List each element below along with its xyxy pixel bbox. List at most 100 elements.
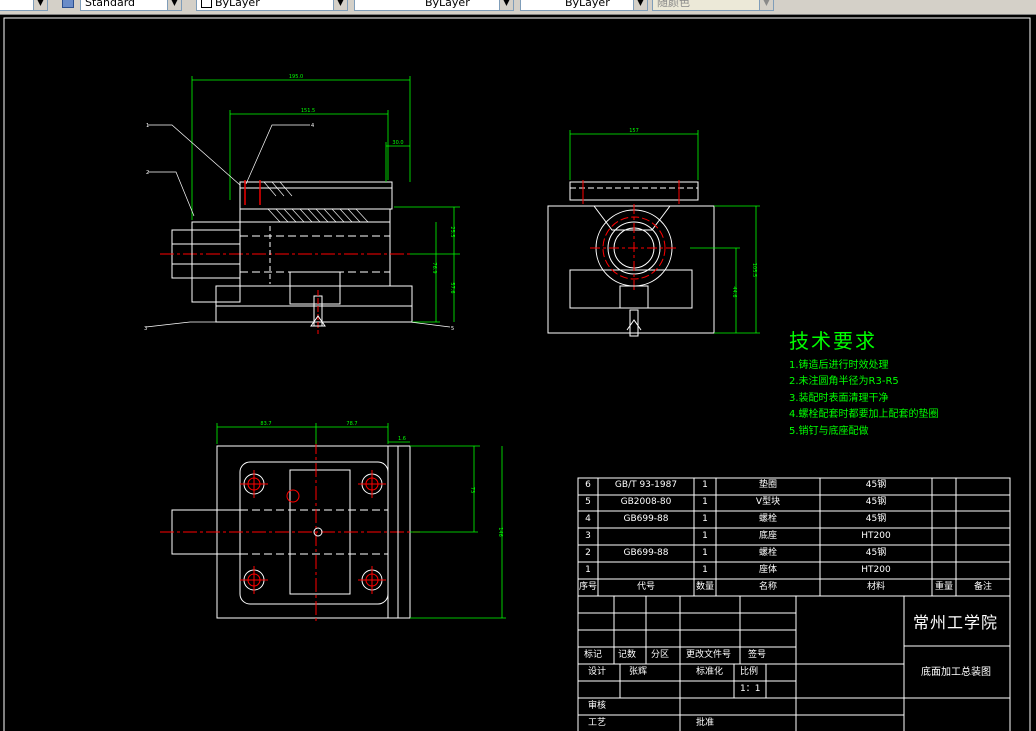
part-material: HT200 [861, 531, 891, 541]
dim-front-top: 30.0 [392, 140, 403, 146]
tb-change-doc: 更改文件号 [686, 650, 732, 660]
part-name: 底座 [758, 531, 778, 541]
dim-front-h3: 57.6 [449, 282, 455, 293]
part-code: GB2008-80 [620, 497, 672, 507]
tb-scale-label: 比例 [740, 667, 759, 677]
part-name: 螺栓 [758, 514, 778, 524]
part-material: 45钢 [865, 548, 887, 558]
tb-approve: 批准 [696, 718, 715, 728]
lineweight-combo[interactable]: ByLayer ▼ [520, 0, 648, 11]
part-no: 2 [585, 548, 591, 558]
drawing-canvas[interactable]: 195.0 151.5 30.0 25.5 76.9 57.6 157 105.… [0, 15, 1036, 731]
tb-designer: 张辉 [629, 667, 648, 677]
balloon-3: 3 [144, 326, 147, 332]
part-code: GB699-88 [623, 548, 669, 558]
balloon-5: 5 [451, 326, 454, 332]
linetype-value: ByLayer [425, 0, 470, 9]
part-code: GB/T 93-1987 [614, 480, 678, 490]
header-material: 材料 [866, 582, 886, 592]
tb-zone: 分区 [651, 650, 670, 660]
part-code: GB699-88 [623, 514, 669, 524]
part-name: 垫圈 [758, 480, 778, 490]
header-code: 代号 [636, 582, 656, 592]
part-material: 45钢 [865, 514, 887, 524]
tb-sign: 签号 [748, 650, 767, 660]
dim-front-overall: 195.0 [289, 74, 303, 80]
tb-mark: 标记 [584, 650, 603, 660]
part-qty: 1 [702, 565, 708, 575]
color-swatch-icon [201, 0, 212, 8]
part-qty: 1 [702, 514, 708, 524]
dim-top-h2: 146 [497, 527, 503, 537]
dim-front-sub: 151.5 [301, 108, 315, 114]
dim-side-h1: 105.5 [751, 263, 757, 277]
dim-front-h2: 76.9 [431, 262, 437, 273]
part-qty: 1 [702, 531, 708, 541]
part-no: 5 [585, 497, 591, 507]
part-qty: 1 [702, 497, 708, 507]
dim-style-combo[interactable]: ▼ [0, 0, 48, 11]
chevron-down-icon[interactable]: ▼ [167, 0, 181, 10]
chevron-down-icon[interactable]: ▼ [33, 0, 47, 10]
balloon-2: 2 [146, 170, 149, 176]
part-material: 45钢 [865, 480, 887, 490]
tech-req-item: 2.未注圆角半径为R3-R5 [789, 376, 899, 388]
dim-front-h1: 25.5 [449, 226, 455, 237]
plot-style-combo[interactable]: 随颜色 ▼ [652, 0, 774, 11]
dimension-labels: 195.0 151.5 30.0 25.5 76.9 57.6 157 105.… [260, 74, 757, 537]
tech-req-title: 技术要求 [789, 329, 877, 353]
balloon-labels: 1 2 3 4 5 [144, 123, 454, 332]
plot-style-value: 随颜色 [657, 0, 690, 9]
part-material: 45钢 [865, 497, 887, 507]
balloon-1: 1 [146, 123, 149, 129]
lineweight-value: ByLayer [565, 0, 610, 9]
header-qty: 数量 [695, 582, 715, 592]
dim-side-h2: 44.6 [731, 286, 737, 297]
part-no: 1 [585, 565, 591, 575]
part-material: HT200 [861, 565, 891, 575]
tb-review: 审核 [588, 701, 607, 711]
dim-side-top: 157 [629, 128, 639, 134]
chevron-down-icon[interactable]: ▼ [333, 0, 347, 10]
header-weight: 重量 [934, 582, 954, 592]
part-no: 4 [585, 514, 591, 524]
front-view [145, 76, 460, 334]
chevron-down-icon[interactable]: ▼ [499, 0, 513, 10]
technical-requirements: 技术要求 1.铸造后进行时效处理 2.未注圆角半径为R3-R5 3.装配时表面清… [789, 329, 939, 440]
dim-top-small: 1.6 [398, 436, 406, 442]
header-no: 序号 [578, 582, 598, 592]
chevron-down-icon[interactable]: ▼ [633, 0, 647, 10]
text-style-value: Standard [85, 0, 136, 9]
text-style-combo[interactable]: Standard ▼ [80, 0, 182, 11]
top-view [160, 423, 506, 624]
text-style-manager-icon[interactable] [62, 0, 74, 8]
tb-process: 工艺 [588, 718, 607, 728]
part-no: 3 [585, 531, 591, 541]
chevron-down-icon[interactable]: ▼ [759, 0, 773, 10]
part-name: 座体 [758, 565, 778, 575]
balloon-4: 4 [311, 123, 314, 129]
header-name: 名称 [758, 582, 778, 592]
tb-standardize: 标准化 [696, 667, 724, 677]
drawing-name: 底面加工总装图 [921, 667, 991, 678]
header-remarks: 备注 [973, 582, 993, 592]
color-value: ByLayer [215, 0, 260, 9]
tech-req-item: 4.螺栓配套时都要加上配套的垫圈 [789, 409, 939, 421]
part-qty: 1 [702, 548, 708, 558]
properties-toolbar: ▼ Standard ▼ ByLayer ▼ ByLayer ▼ ByLayer ▼ 随… [0, 0, 1036, 15]
linetype-combo[interactable]: ByLayer ▼ [354, 0, 514, 11]
tech-req-item: 1.铸造后进行时效处理 [789, 360, 889, 371]
tech-req-item: 5.销钉与底座配做 [789, 425, 869, 437]
color-control-combo[interactable]: ByLayer ▼ [196, 0, 348, 11]
part-name: 螺栓 [758, 548, 778, 558]
part-no: 6 [585, 480, 591, 490]
tb-count: 记数 [618, 650, 637, 660]
tb-design: 设计 [588, 667, 607, 677]
part-name: V型块 [755, 497, 781, 507]
dim-top-h1: 73 [469, 487, 475, 493]
school-name: 常州工学院 [913, 613, 999, 632]
dim-top-right: 78.7 [346, 421, 357, 427]
dim-top-left: 83.7 [260, 421, 271, 427]
side-view [547, 130, 760, 337]
tech-req-item: 3.装配时表面清理干净 [789, 392, 889, 404]
